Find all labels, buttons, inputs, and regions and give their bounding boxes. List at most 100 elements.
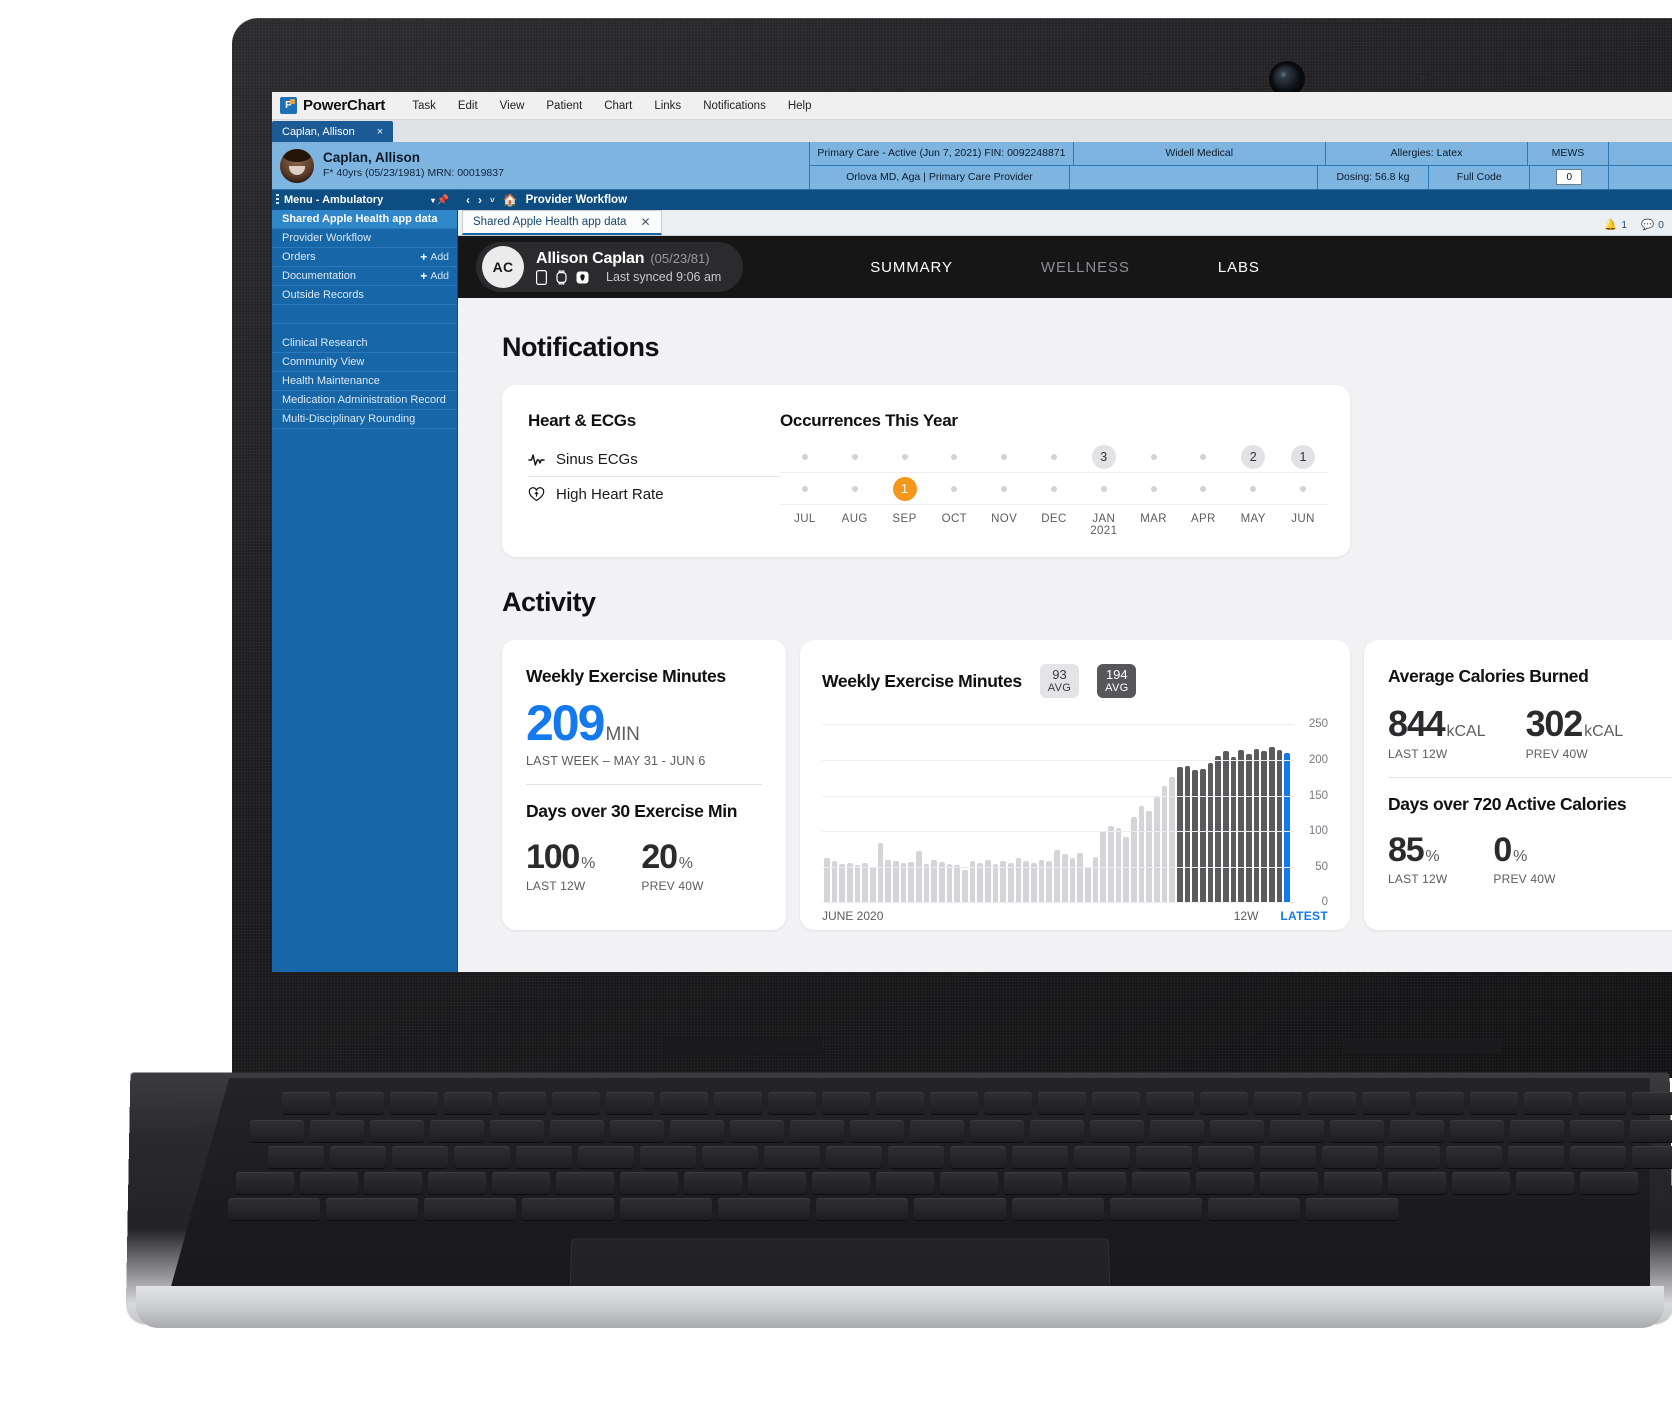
chevron-down-icon[interactable]: ˅ [490,196,495,205]
keyboard-key[interactable] [702,1146,758,1168]
keyboard-key[interactable] [1308,1092,1356,1114]
keyboard-key[interactable] [1446,1146,1502,1168]
keyboard-key[interactable] [1570,1146,1626,1168]
keyboard-key[interactable] [910,1120,964,1142]
keyboard-key[interactable] [790,1120,844,1142]
keyboard-key[interactable] [1260,1172,1318,1194]
keyboard-key[interactable] [1196,1172,1254,1194]
keyboard-key[interactable] [310,1120,364,1142]
keyboard-key[interactable] [1210,1120,1264,1142]
back-icon[interactable]: ‹ [466,193,470,207]
keyboard-key[interactable] [228,1198,320,1220]
keyboard-key[interactable] [250,1120,304,1142]
keyboard-key[interactable] [660,1092,708,1114]
keyboard-key[interactable] [1330,1120,1384,1142]
keyboard-key[interactable] [1132,1172,1190,1194]
keyboard-key[interactable] [392,1146,448,1168]
sidebar-item-community-view[interactable]: Community View [272,353,457,372]
keyboard-key[interactable] [390,1092,438,1114]
sidebar-item-outside-records[interactable]: Outside Records [272,286,457,305]
patient-tab[interactable]: Caplan, Allison × [272,121,394,142]
chevron-down-icon[interactable]: ▾ [431,196,435,205]
keyboard-key[interactable] [730,1120,784,1142]
keyboard-key[interactable] [268,1146,324,1168]
sidebar-item-provider-workflow[interactable]: Provider Workflow [272,229,457,248]
keyboard-key[interactable] [850,1120,904,1142]
menu-task[interactable]: Task [401,100,447,112]
keyboard-key[interactable] [1362,1092,1410,1114]
keyboard-key[interactable] [1254,1092,1302,1114]
keyboard-key[interactable] [1470,1092,1518,1114]
keyboard-key[interactable] [1208,1198,1300,1220]
keyboard-key[interactable] [984,1092,1032,1114]
keyboard-key[interactable] [1390,1120,1444,1142]
keyboard-key[interactable] [428,1172,486,1194]
keyboard-key[interactable] [550,1120,604,1142]
keyboard-key[interactable] [1516,1172,1574,1194]
keyboard-key[interactable] [812,1172,870,1194]
keyboard-key[interactable] [1012,1146,1068,1168]
legend-latest[interactable]: LATEST [1280,909,1328,923]
keyboard-key[interactable] [1510,1120,1564,1142]
patient-identity[interactable]: Caplan, Allison F* 40yrs (05/23/1981) MR… [272,142,810,189]
keyboard-key[interactable] [876,1172,934,1194]
keyboard-key[interactable] [1416,1092,1464,1114]
health-patient-pill[interactable]: AC Allison Caplan (05/23/81) Last synced… [476,242,744,292]
menu-notifications[interactable]: Notifications [692,100,777,112]
sidebar-item-medication-administration-record[interactable]: Medication Administration Record [272,391,457,410]
keyboard-key[interactable] [1324,1172,1382,1194]
menu-help[interactable]: Help [777,100,823,112]
keyboard-key[interactable] [1578,1092,1626,1114]
keyboard-key[interactable] [684,1172,742,1194]
keyboard-key[interactable] [490,1120,544,1142]
keyboard-key[interactable] [1030,1120,1084,1142]
keyboard-key[interactable] [1092,1092,1140,1114]
keyboard-key[interactable] [330,1146,386,1168]
close-icon[interactable]: ✕ [640,215,650,229]
keyboard-key[interactable] [1630,1120,1672,1142]
keyboard-key[interactable] [336,1092,384,1114]
list-item[interactable]: Sinus ECGs [528,443,780,477]
keyboard-key[interactable] [1580,1172,1638,1194]
keyboard-key[interactable] [326,1198,418,1220]
keyboard-key[interactable] [718,1198,810,1220]
menu-edit[interactable]: Edit [447,100,489,112]
keyboard-key[interactable] [1322,1146,1378,1168]
keyboard-key[interactable] [816,1198,908,1220]
keyboard-key[interactable] [1524,1092,1572,1114]
keyboard-key[interactable] [1306,1198,1398,1220]
keyboard-key[interactable] [1150,1120,1204,1142]
keyboard-key[interactable] [1198,1146,1254,1168]
keyboard-key[interactable] [556,1172,614,1194]
sidebar-item-multi-disciplinary-rounding[interactable]: Multi-Disciplinary Rounding [272,410,457,429]
comments-indicator[interactable]: 💬 0 [1641,218,1664,232]
keyboard-key[interactable] [498,1092,546,1114]
keyboard-key[interactable] [606,1092,654,1114]
keyboard-key[interactable] [1632,1092,1672,1114]
sidebar-item-health-maintenance[interactable]: Health Maintenance [272,372,457,391]
keyboard-key[interactable] [1136,1146,1192,1168]
keyboard-key[interactable] [552,1092,600,1114]
list-item[interactable]: High Heart Rate [528,477,780,511]
keyboard-key[interactable] [1388,1172,1446,1194]
alerts-indicator[interactable]: 🔔 1 [1604,218,1627,232]
keyboard-key[interactable] [1090,1120,1144,1142]
keyboard-key[interactable] [1450,1120,1504,1142]
sidebar-header[interactable]: Menu - Ambulatory ▾ 📌 [272,190,457,210]
keyboard-key[interactable] [748,1172,806,1194]
keyboard-key[interactable] [1200,1092,1248,1114]
keyboard-key[interactable] [1570,1120,1624,1142]
sidebar-item-documentation[interactable]: Documentation + Add [272,267,457,286]
menu-chart[interactable]: Chart [593,100,643,112]
tab-summary[interactable]: SUMMARY [870,259,953,276]
keyboard-key[interactable] [1012,1198,1104,1220]
keyboard-key[interactable] [950,1146,1006,1168]
keyboard-key[interactable] [300,1172,358,1194]
keyboard-key[interactable] [522,1198,614,1220]
keyboard-key[interactable] [1068,1172,1126,1194]
sidebar-item-orders[interactable]: Orders + Add [272,248,457,267]
close-icon[interactable]: × [377,126,383,138]
keyboard-key[interactable] [364,1172,422,1194]
keyboard-key[interactable] [764,1146,820,1168]
add-documentation-button[interactable]: + Add [420,269,449,283]
